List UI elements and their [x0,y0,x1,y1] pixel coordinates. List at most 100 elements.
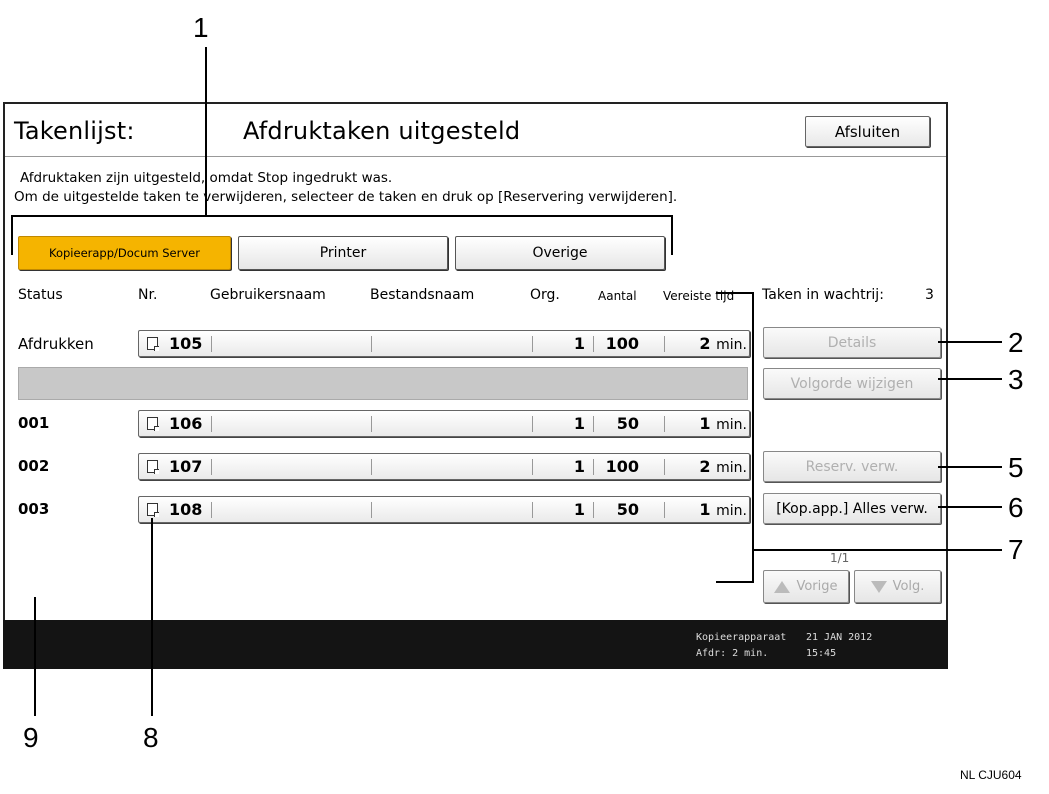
callout-1-leader [205,47,207,217]
job-number: 108 [169,500,203,519]
job-quantity: 100 [605,457,639,476]
figure-code: NL CJU604 [960,768,1022,782]
job-number: 105 [169,334,203,353]
status-device: Kopieerapparaat [696,632,787,643]
job-time-unit: min. [716,337,747,353]
status-time: 15:45 [806,648,837,659]
column-separator [532,502,533,518]
details-button[interactable]: Details [763,327,941,358]
job-row[interactable]: 108 1 50 1 min. [138,496,750,523]
callout-6: 6 [1008,492,1024,523]
job-originals: 1 [573,334,585,353]
reorder-button[interactable]: Volgorde wijzigen [763,368,941,399]
callout-2: 2 [1008,327,1024,358]
column-quantity: Aantal [598,289,637,303]
job-time-value: 1 [699,414,711,433]
callout-3: 3 [1008,364,1024,395]
column-status: Status [18,287,63,303]
column-separator [664,459,665,475]
callout-7-bracket-top [716,292,753,294]
column-separator [532,459,533,475]
row-status: 003 [18,500,50,518]
callout-9: 9 [23,722,39,753]
job-time-value: 2 [699,457,711,476]
column-separator [371,336,372,352]
row-status: 002 [18,457,50,475]
callout-1-bracket [11,215,673,217]
job-time: 1 min. [679,414,747,433]
job-quantity: 100 [605,334,639,353]
job-time: 2 min. [679,457,747,476]
column-originals: Org. [530,287,560,303]
column-separator [664,416,665,432]
tab-copier-document-server[interactable]: Kopieerapp/Docum Server [18,236,231,270]
job-row[interactable]: 105 1 100 2 min. [138,330,750,357]
column-separator [371,416,372,432]
column-separator [371,502,372,518]
next-page-button[interactable]: Volg. [854,570,941,603]
column-nr: Nr. [138,287,158,303]
queue-label: Taken in wachtrij: [762,287,884,303]
callout-8-leader [151,518,153,716]
document-icon [147,337,159,351]
job-originals: 1 [573,500,585,519]
callout-7-leader [753,549,1002,551]
callout-1-bracket-right [671,215,673,255]
column-separator [593,336,594,352]
job-time: 2 min. [679,334,747,353]
close-button[interactable]: Afsluiten [805,116,930,147]
job-time-value: 1 [699,500,711,519]
column-separator [211,336,212,352]
column-separator [664,502,665,518]
queue-count: 3 [925,287,934,303]
callout-8: 8 [143,722,159,753]
callout-3-leader [938,378,1002,380]
delete-reservation-button[interactable]: Reserv. verw. [763,451,941,482]
job-row[interactable]: 106 1 50 1 min. [138,410,750,437]
column-separator [211,416,212,432]
job-time: 1 min. [679,500,747,519]
column-separator [532,336,533,352]
job-quantity: 50 [616,414,639,433]
callout-9-leader [34,597,36,716]
callout-2-leader [938,341,1002,343]
job-time-unit: min. [716,417,747,433]
callout-5-leader [938,466,1002,468]
next-page-label: Volg. [892,579,925,594]
row-status: 001 [18,414,50,432]
previous-page-button[interactable]: Vorige [763,570,849,603]
column-separator [664,336,665,352]
page-title-prefix: Takenlijst: [14,117,135,145]
job-time-value: 2 [699,334,711,353]
column-separator [371,459,372,475]
column-file-name: Bestandsnaam [370,287,475,303]
column-user-name: Gebruikersnaam [210,287,326,303]
job-originals: 1 [573,414,585,433]
job-time-unit: min. [716,460,747,476]
status-bar [3,620,948,669]
job-number: 107 [169,457,203,476]
status-date: 21 JAN 2012 [806,632,873,643]
column-separator [211,502,212,518]
callout-5: 5 [1008,452,1024,483]
status-print-time: Afdr: 2 min. [696,648,769,659]
separator-bar [18,367,748,400]
column-separator [211,459,212,475]
previous-page-label: Vorige [796,579,838,594]
tab-other[interactable]: Overige [455,236,665,270]
page-indicator: 1/1 [830,551,850,565]
job-time-unit: min. [716,503,747,519]
job-row[interactable]: 107 1 100 2 min. [138,453,750,480]
document-icon [147,460,159,474]
column-separator [593,459,594,475]
message-line-2: Om de uitgestelde taken te verwijderen, … [14,189,678,205]
tab-printer[interactable]: Printer [238,236,448,270]
delete-all-copier-jobs-button[interactable]: [Kop.app.] Alles verw. [763,493,941,524]
title-divider [5,156,946,157]
job-originals: 1 [573,457,585,476]
job-number: 106 [169,414,203,433]
document-icon [147,417,159,431]
row-status-printing: Afdrukken [18,335,94,353]
column-separator [593,416,594,432]
document-icon [147,503,159,517]
